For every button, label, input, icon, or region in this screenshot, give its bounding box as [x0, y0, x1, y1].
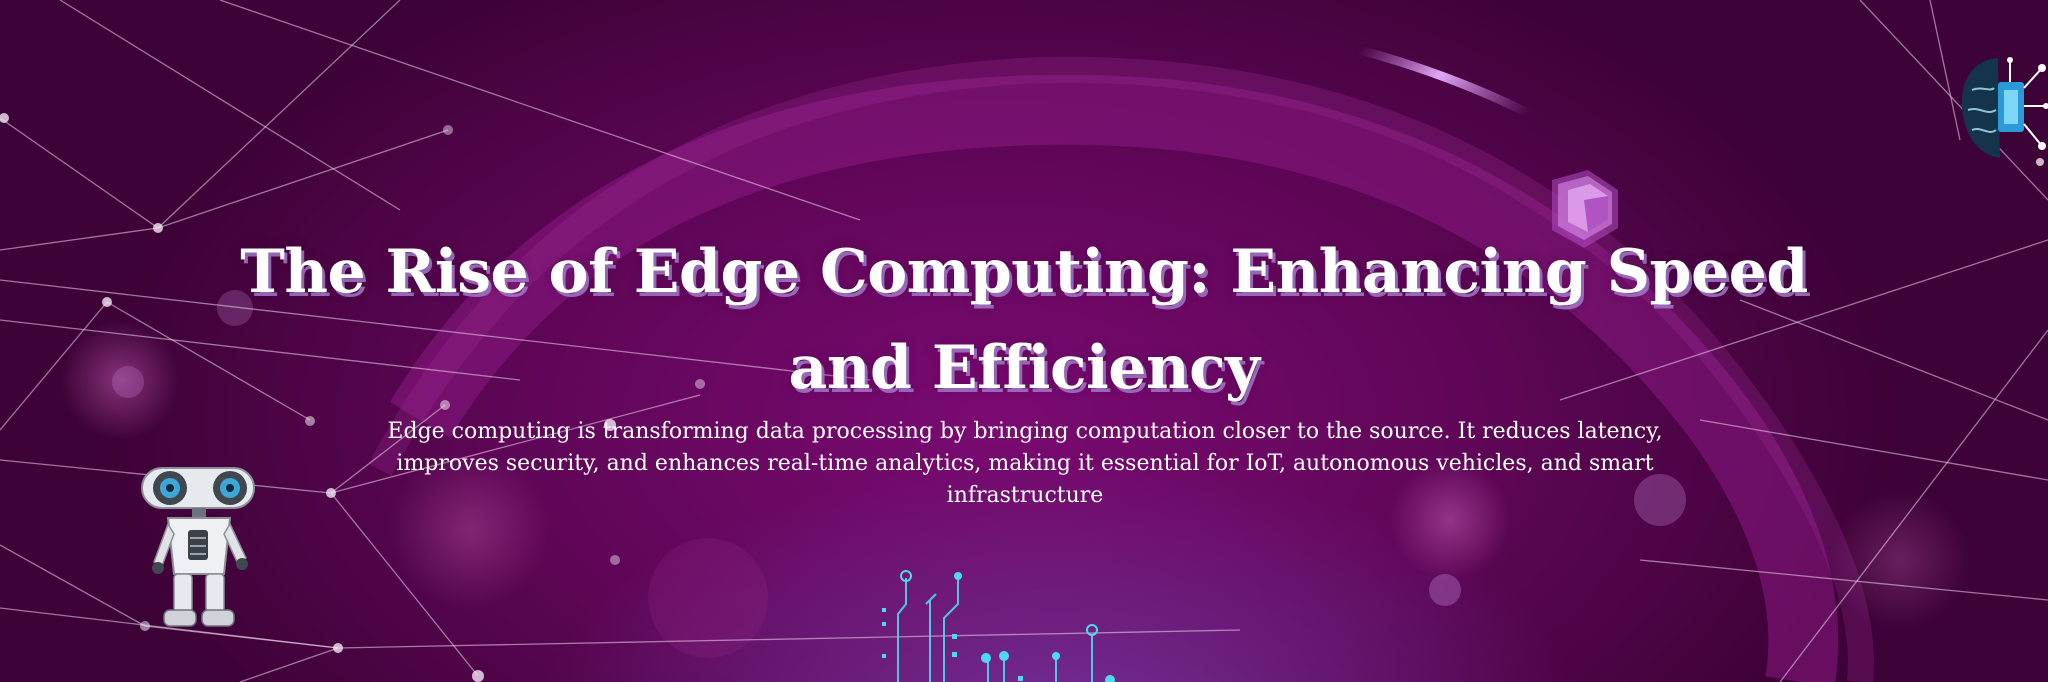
- brain-chip-illustration: [1961, 57, 2048, 158]
- hero-banner: The Rise of Edge Computing: Enhancing Sp…: [0, 0, 2048, 682]
- hero-description: Edge computing is transforming data proc…: [387, 419, 1663, 508]
- circuit-illustration: [882, 570, 1115, 682]
- page-title: The Rise of Edge Computing: Enhancing Sp…: [240, 237, 1808, 403]
- robot-illustration: [141, 467, 255, 627]
